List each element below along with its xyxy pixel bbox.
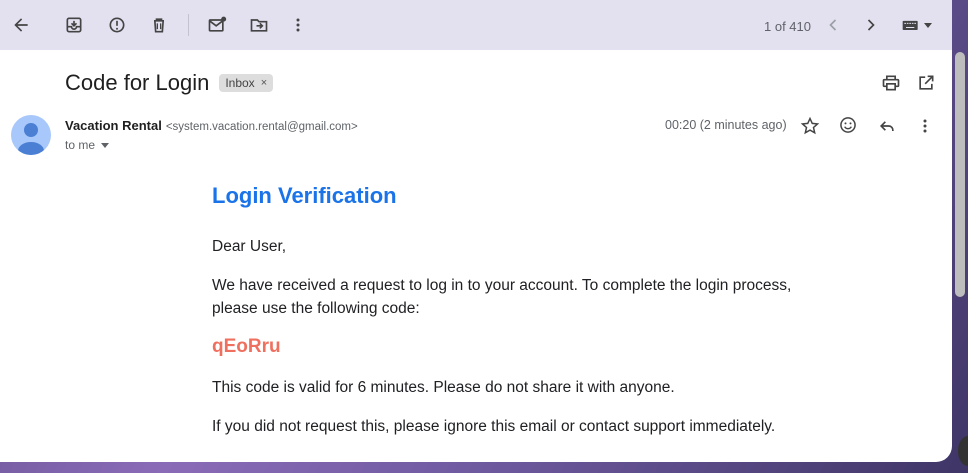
inbox-label-chip[interactable]: Inbox × <box>219 74 274 92</box>
chevron-down-icon <box>101 142 110 148</box>
body-paragraph: If you did not request this, please igno… <box>212 418 776 435</box>
body-heading: Login Verification <box>212 183 397 208</box>
delete-icon <box>154 18 164 33</box>
open-new-window-button[interactable] <box>914 71 938 95</box>
move-to-icon <box>250 19 268 32</box>
add-reaction-button[interactable] <box>836 113 860 137</box>
more-actions-button[interactable] <box>284 11 312 39</box>
archive-icon <box>66 17 82 33</box>
move-to-button[interactable] <box>245 11 273 39</box>
mark-unread-icon <box>208 16 227 32</box>
email-timestamp: 00:20 (2 minutes ago) <box>665 118 787 132</box>
recipient-details-toggle[interactable]: to me <box>65 138 110 152</box>
sender-line: Vacation Rental <system.vacation.rental@… <box>65 118 358 133</box>
report-spam-button[interactable] <box>103 11 131 39</box>
reply-button[interactable] <box>875 114 899 138</box>
input-tools-button[interactable] <box>897 11 937 39</box>
archive-button[interactable] <box>60 11 88 39</box>
back-arrow-icon <box>14 18 28 32</box>
sender-email: <system.vacation.rental@gmail.com> <box>165 121 358 133</box>
pager-count: 1 of 410 <box>764 19 811 34</box>
chevron-right-icon <box>867 19 875 31</box>
print-button[interactable] <box>879 71 903 95</box>
chevron-left-icon <box>829 19 837 31</box>
verification-code: qEoRru <box>212 336 281 357</box>
label-text: Inbox <box>225 76 255 90</box>
greeting: Dear User, <box>212 238 287 255</box>
sender-avatar <box>11 115 51 155</box>
emoji-icon <box>840 117 856 133</box>
sender-name: Vacation Rental <box>65 118 162 133</box>
person-icon <box>18 123 44 155</box>
toolbar-separator <box>188 14 189 36</box>
newer-button[interactable] <box>819 11 847 39</box>
edge-decoration <box>958 436 968 466</box>
delete-button[interactable] <box>145 11 173 39</box>
keyboard-icon <box>902 20 918 30</box>
mark-unread-button[interactable] <box>203 11 231 39</box>
caret-down-icon <box>924 23 932 28</box>
body-paragraph: This code is valid for 6 minutes. Please… <box>212 379 675 396</box>
star-icon <box>800 116 820 135</box>
remove-label-icon[interactable]: × <box>261 77 267 89</box>
email-toolbar: 1 of 410 <box>0 0 952 50</box>
email-view: 1 of 410 Code for Login Inbox × Vacation… <box>0 0 952 462</box>
email-subject: Code for Login <box>65 70 210 95</box>
reply-icon <box>879 121 894 131</box>
email-body: Login Verification Dear User, We have re… <box>212 183 812 454</box>
star-button[interactable] <box>798 114 822 138</box>
older-button[interactable] <box>857 11 885 39</box>
body-paragraph: We have received a request to log in to … <box>212 277 792 317</box>
print-icon <box>882 75 900 91</box>
scrollbar-thumb[interactable] <box>955 52 965 297</box>
report-spam-icon <box>109 17 125 33</box>
more-vert-icon <box>923 119 927 133</box>
more-vert-icon <box>296 18 300 32</box>
back-button[interactable] <box>7 11 35 39</box>
subject-row: Code for Login Inbox × <box>65 70 274 96</box>
message-more-button[interactable] <box>913 114 937 138</box>
recipient-text: to me <box>65 138 96 152</box>
open-in-new-icon <box>919 75 934 90</box>
